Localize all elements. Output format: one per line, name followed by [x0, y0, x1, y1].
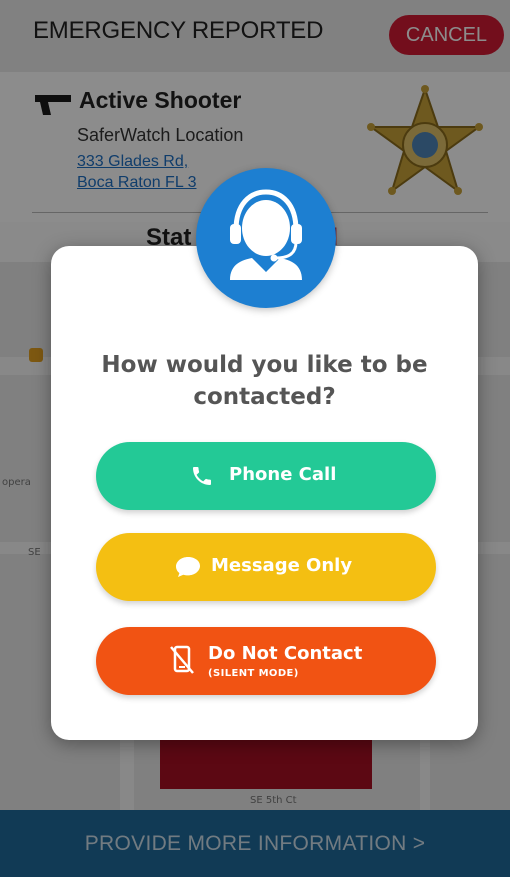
no-phone-icon	[170, 645, 194, 674]
message-only-button[interactable]: Message Only	[96, 533, 436, 601]
contact-preference-dialog: How would you like to be contacted? Phon…	[51, 246, 478, 740]
dialog-question: How would you like to be contacted?	[101, 352, 428, 410]
silent-mode-sublabel: (SILENT MODE)	[208, 668, 299, 679]
support-agent-avatar	[196, 168, 336, 308]
headset-agent-icon	[230, 189, 302, 280]
message-only-label: Message Only	[211, 555, 353, 576]
do-not-contact-button[interactable]: Do Not Contact (SILENT MODE)	[96, 627, 436, 695]
phone-icon	[193, 467, 211, 485]
phone-call-button[interactable]: Phone Call	[96, 442, 436, 510]
do-not-contact-label: Do Not Contact	[208, 643, 363, 664]
phone-call-label: Phone Call	[229, 464, 337, 485]
chat-bubble-icon	[176, 557, 200, 577]
